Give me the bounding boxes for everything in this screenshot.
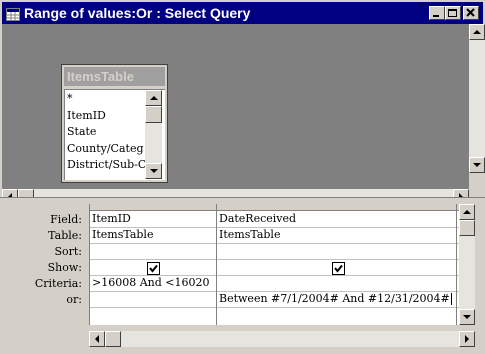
grid-scroll-down-button[interactable] xyxy=(459,309,475,325)
select-query-window: Range of values:Or : Select Query ItemsT… xyxy=(0,0,485,354)
column-selector[interactable] xyxy=(90,204,217,211)
row-label-criteria: Criteria: xyxy=(34,277,82,290)
field-list-items: * ItemID State County/Categ District/Sub… xyxy=(67,91,145,174)
cell-or-col2-text: Between #7/1/2004# And #12/31/2004# xyxy=(219,292,450,305)
field-list-item[interactable]: ItemID xyxy=(67,108,145,125)
row-label-show: Show: xyxy=(47,261,82,274)
row-label-sort: Sort: xyxy=(54,245,82,258)
show-checkbox-col1[interactable] xyxy=(147,262,160,275)
close-icon xyxy=(466,8,475,17)
minimize-icon xyxy=(433,15,439,17)
table-pane-vertical-scrollbar[interactable] xyxy=(469,24,485,173)
close-button[interactable] xyxy=(463,6,479,20)
grid-scroll-right-button[interactable] xyxy=(459,331,475,347)
table-pane-scroll-down-button[interactable] xyxy=(469,157,485,173)
field-list-title[interactable]: ItemsTable xyxy=(64,67,165,86)
show-checkbox-col2[interactable] xyxy=(332,262,345,275)
field-list-scroll-up-button[interactable] xyxy=(145,90,162,106)
field-list-body[interactable]: * ItemID State County/Categ District/Sub… xyxy=(64,89,165,180)
text-cursor xyxy=(450,293,452,305)
arrow-up-icon xyxy=(150,96,158,100)
grid-line xyxy=(456,211,457,325)
grid-line xyxy=(90,259,460,260)
field-list-itemstable[interactable]: ItemsTable * ItemID State County/Categ D… xyxy=(61,64,168,183)
restore-icon xyxy=(448,9,457,17)
arrow-right-icon xyxy=(465,335,469,343)
row-label-table: Table: xyxy=(48,229,82,242)
title-bar[interactable]: Range of values:Or : Select Query xyxy=(2,2,483,24)
grid-scroll-left-button[interactable] xyxy=(89,331,105,347)
arrow-down-icon xyxy=(463,315,471,319)
column-selector[interactable] xyxy=(217,204,457,211)
field-list-scroll-thumb[interactable] xyxy=(145,106,162,123)
checkmark-icon xyxy=(149,264,158,273)
pane-splitter[interactable] xyxy=(0,197,485,204)
minimize-button[interactable] xyxy=(429,6,445,20)
cell-table-col2[interactable]: ItemsTable xyxy=(217,227,456,243)
row-label-field: Field: xyxy=(50,213,82,226)
restore-button[interactable] xyxy=(445,6,461,20)
grid-hscroll-thumb[interactable] xyxy=(105,331,121,347)
design-grid-horizontal-scrollbar[interactable] xyxy=(89,331,475,347)
design-grid[interactable]: ItemID ItemsTable >16008 And <16020 Date… xyxy=(89,204,460,325)
cell-criteria-col1[interactable]: >16008 And <16020 xyxy=(90,275,216,291)
field-list-item[interactable]: District/Sub-C xyxy=(67,157,145,174)
arrow-up-icon xyxy=(473,30,481,34)
arrow-left-icon xyxy=(95,335,99,343)
checkmark-icon xyxy=(334,264,343,273)
cell-field-col1[interactable]: ItemID xyxy=(90,211,216,227)
row-label-or: or: xyxy=(66,293,82,306)
design-grid-vertical-scrollbar[interactable] xyxy=(459,204,475,325)
field-list-scrollbar[interactable] xyxy=(145,90,162,179)
arrow-down-icon xyxy=(473,163,481,167)
grid-line xyxy=(90,243,460,244)
field-list-item[interactable]: State xyxy=(67,124,145,141)
grid-scroll-up-button[interactable] xyxy=(459,204,475,220)
cell-table-col1[interactable]: ItemsTable xyxy=(90,227,216,243)
cell-or-col2[interactable]: Between #7/1/2004# And #12/31/2004# xyxy=(217,291,456,307)
cell-field-col2[interactable]: DateReceived xyxy=(217,211,456,227)
arrow-up-icon xyxy=(463,210,471,214)
window-title: Range of values:Or : Select Query xyxy=(24,5,251,21)
table-pane[interactable]: ItemsTable * ItemID State County/Categ D… xyxy=(2,24,485,205)
field-list-item[interactable]: County/Categ xyxy=(67,141,145,158)
grid-line xyxy=(90,307,460,308)
design-grid-pane: Field: Table: Sort: Show: Criteria: or: … xyxy=(2,204,483,349)
query-window-icon[interactable] xyxy=(6,6,20,21)
grid-vscroll-thumb[interactable] xyxy=(459,220,475,236)
field-list-item[interactable]: * xyxy=(67,91,145,108)
table-pane-scroll-up-button[interactable] xyxy=(469,24,485,40)
field-list-scroll-down-button[interactable] xyxy=(145,163,162,179)
arrow-down-icon xyxy=(150,169,158,173)
